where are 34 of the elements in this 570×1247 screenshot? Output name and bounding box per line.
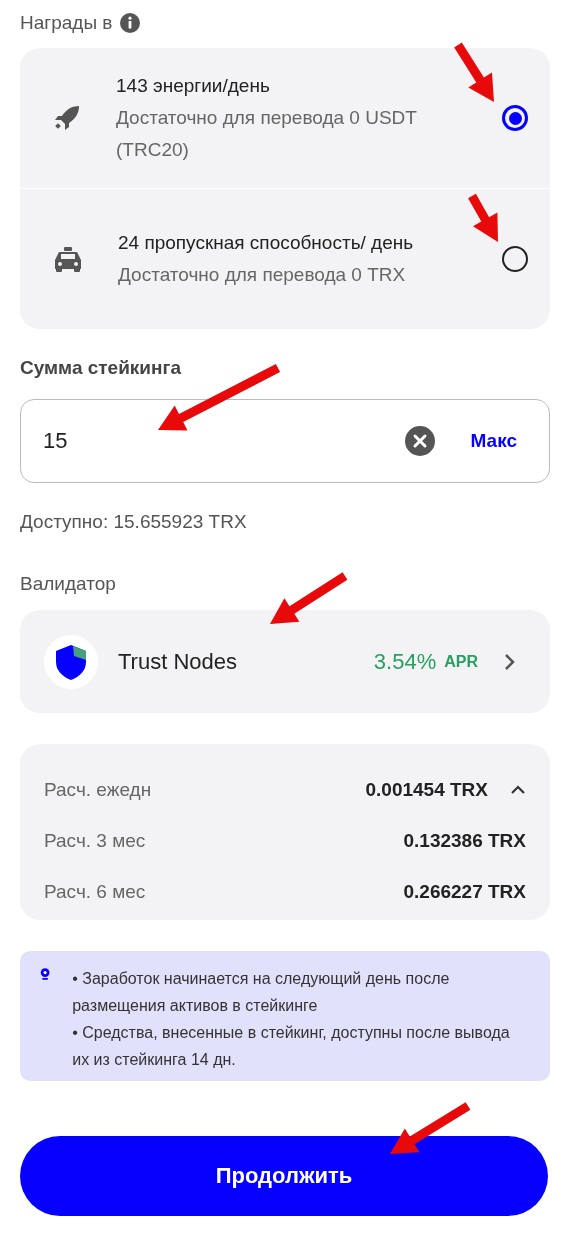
- shield-icon: [44, 634, 98, 689]
- info-icon[interactable]: [120, 13, 141, 33]
- annotation-arrow: [454, 42, 494, 102]
- option-title: 24 пропускная способность/ день: [118, 231, 415, 255]
- clear-icon[interactable]: [404, 426, 435, 456]
- estimate-value: 0.132386 TRX: [403, 829, 526, 852]
- info-text: • Заработок начинается на следующий день после размещения активов в стейкинге: [72, 969, 451, 1016]
- chevron-right-icon: [504, 652, 516, 671]
- car-icon: [52, 244, 84, 274]
- estimate-label: Расч. 3 мес: [44, 829, 147, 852]
- estimate-label: Расч. 6 мес: [44, 880, 147, 903]
- radio-button[interactable]: [502, 246, 528, 272]
- chevron-icon[interactable]: [510, 784, 526, 795]
- option-subtitle: Достаточно для перевода 0 USDT (TRC20): [116, 106, 418, 162]
- estimate-value: 0.001454 TRX: [365, 778, 488, 801]
- option-title: 143 энергии/день: [116, 74, 271, 98]
- available-balance: Доступно: 15.655923 TRX: [20, 511, 248, 533]
- apr-label: APR: [444, 652, 478, 671]
- max-button[interactable]: Макс: [470, 430, 517, 452]
- annotation-arrow: [468, 193, 498, 242]
- section-label: Валидатор: [20, 573, 117, 595]
- rocket-icon: [52, 103, 82, 133]
- validator-card[interactable]: Trust Nodes 3.54% APR: [20, 610, 550, 713]
- apr-value: 3.54%: [373, 648, 437, 675]
- section-label: Сумма стейкинга: [20, 357, 182, 379]
- continue-button[interactable]: Продолжить: [20, 1136, 548, 1216]
- section-label: Награды в: [20, 12, 113, 34]
- lightbulb-icon: [40, 965, 51, 983]
- radio-button[interactable]: [502, 105, 528, 131]
- estimate-value: 0.266227 TRX: [403, 880, 526, 903]
- validator-name: Trust Nodes: [118, 648, 238, 675]
- estimate-label: Расч. ежедн: [44, 778, 153, 801]
- option-subtitle: Достаточно для перевода 0 TRX: [118, 263, 407, 287]
- info-text: • Средства, внесенные в стейкинг, доступны после вывода их из стейкинга 14 дн.: [72, 1023, 511, 1070]
